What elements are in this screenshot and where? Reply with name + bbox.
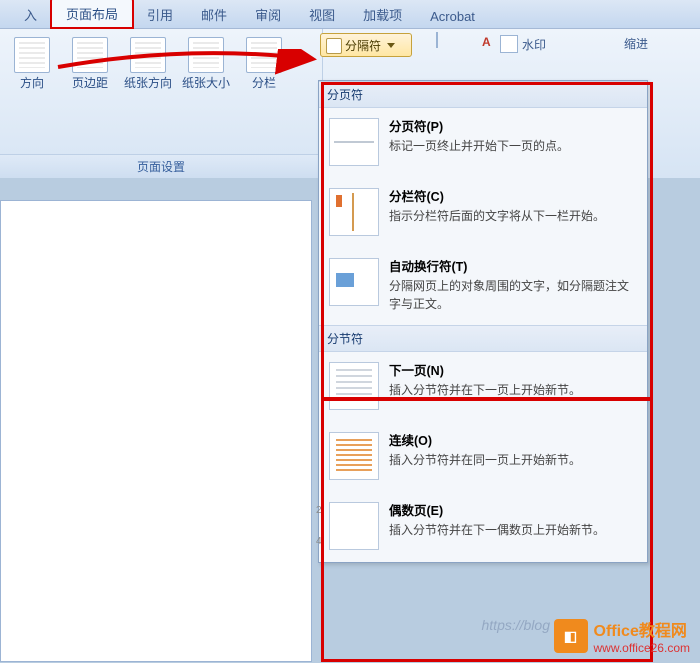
tab-review[interactable]: 审阅 (241, 0, 295, 28)
indent-label: 缩进 (624, 35, 648, 52)
desc: 分隔网页上的对象周围的文字，如分隔题注文字与正文。 (389, 279, 629, 311)
btn-columns[interactable]: 分栏 (238, 33, 290, 92)
column-break-icon (329, 188, 379, 236)
btn-orientation[interactable]: 方向 (6, 33, 58, 92)
orientation-icon (14, 37, 50, 73)
text: 下一页(N) 插入分节符并在下一页上开始新节。 (389, 362, 581, 410)
breaks-dropdown-button[interactable]: 分隔符 (320, 33, 412, 57)
tab-mailings[interactable]: 邮件 (187, 0, 241, 28)
menu-item-next-page[interactable]: 下一页(N) 插入分节符并在下一页上开始新节。 (319, 352, 647, 422)
next-page-icon (329, 362, 379, 410)
watermark-icon (500, 35, 518, 53)
label: 分栏 (252, 76, 276, 90)
margins-icon (72, 37, 108, 73)
continuous-icon (329, 432, 379, 480)
text-wrap-icon (329, 258, 379, 306)
label: 页边距 (72, 76, 108, 90)
desc: 插入分节符并在下一偶数页上开始新节。 (389, 523, 605, 537)
label: 纸张方向 (124, 76, 172, 90)
label: 纸张大小 (182, 76, 230, 90)
brand-title: Office教程网 (594, 617, 691, 641)
a-icon: A (482, 35, 498, 51)
lines-icon (436, 32, 438, 48)
text: 分页符(P) 标记一页终止并开始下一页的点。 (389, 118, 569, 166)
columns-icon (246, 37, 282, 73)
tab-insert-partial[interactable]: 入 (10, 0, 51, 28)
ribbon-tabs: 入 页面布局 引用 邮件 审阅 视图 加载项 Acrobat (0, 0, 700, 29)
indent-text: 缩进 (624, 35, 648, 52)
title: 偶数页(E) (389, 504, 443, 518)
text: 连续(O) 插入分节符并在同一页上开始新节。 (389, 432, 581, 480)
office-logo-icon: ◧ (554, 619, 588, 653)
text: 分栏符(C) 指示分栏符后面的文字将从下一栏开始。 (389, 188, 605, 236)
desc: 标记一页终止并开始下一页的点。 (389, 139, 569, 153)
breaks-label: 分隔符 (345, 37, 381, 54)
menu-item-page-break[interactable]: 分页符(P) 标记一页终止并开始下一页的点。 (319, 108, 647, 178)
tab-view[interactable]: 视图 (295, 0, 349, 28)
group-label-pagesetup: 页面设置 (0, 154, 322, 179)
tab-addins[interactable]: 加载项 (349, 0, 416, 28)
text: 自动换行符(T) 分隔网页上的对象周围的文字，如分隔题注文字与正文。 (389, 258, 637, 313)
title: 自动换行符(T) (389, 260, 467, 274)
title: 连续(O) (389, 434, 432, 448)
menu-item-text-wrapping[interactable]: 自动换行符(T) 分隔网页上的对象周围的文字，如分隔题注文字与正文。 (319, 248, 647, 325)
section-page-breaks: 分页符 (319, 81, 647, 108)
btn-paper-direction[interactable]: 纸张方向 (122, 33, 174, 92)
btn-margins[interactable]: 页边距 (64, 33, 116, 92)
title: 下一页(N) (389, 364, 444, 378)
group-page-setup: 方向 页边距 纸张方向 纸张大小 分栏 页面设置 (0, 29, 323, 179)
even-page-icon (329, 502, 379, 550)
font-a-indicator: A (482, 35, 498, 51)
menu-item-even-page[interactable]: 偶数页(E) 插入分节符并在下一偶数页上开始新节。 (319, 492, 647, 562)
section-section-breaks: 分节符 (319, 325, 647, 352)
title: 分栏符(C) (389, 190, 444, 204)
menu-item-continuous[interactable]: 连续(O) 插入分节符并在同一页上开始新节。 (319, 422, 647, 492)
document-page[interactable] (0, 200, 312, 662)
page-break-icon (329, 118, 379, 166)
desc: 插入分节符并在下一页上开始新节。 (389, 383, 581, 397)
tab-page-layout[interactable]: 页面布局 (51, 0, 133, 28)
title: 分页符(P) (389, 120, 443, 134)
text: 偶数页(E) 插入分节符并在下一偶数页上开始新节。 (389, 502, 605, 550)
tab-references[interactable]: 引用 (133, 0, 187, 28)
tab-acrobat[interactable]: Acrobat (416, 4, 489, 28)
watermark-button[interactable]: 水印 (500, 35, 550, 53)
brand-url: www.office26.com (594, 641, 691, 655)
desc: 指示分栏符后面的文字将从下一栏开始。 (389, 209, 605, 223)
site-badge: ◧ Office教程网 www.office26.com (554, 617, 691, 655)
desc: 插入分节符并在同一页上开始新节。 (389, 453, 581, 467)
breaks-dropdown-menu: 分页符 分页符(P) 标记一页终止并开始下一页的点。 分栏符(C) 指示分栏符后… (318, 80, 648, 563)
btn-paper-size[interactable]: 纸张大小 (180, 33, 232, 92)
watermark-label: 水印 (522, 36, 546, 53)
paper-size-icon (188, 37, 224, 73)
label: 方向 (20, 76, 44, 90)
paper-direction-icon (130, 37, 166, 73)
line-numbers-button[interactable] (436, 33, 466, 55)
menu-item-column-break[interactable]: 分栏符(C) 指示分栏符后面的文字将从下一栏开始。 (319, 178, 647, 248)
chevron-down-icon (387, 43, 395, 48)
